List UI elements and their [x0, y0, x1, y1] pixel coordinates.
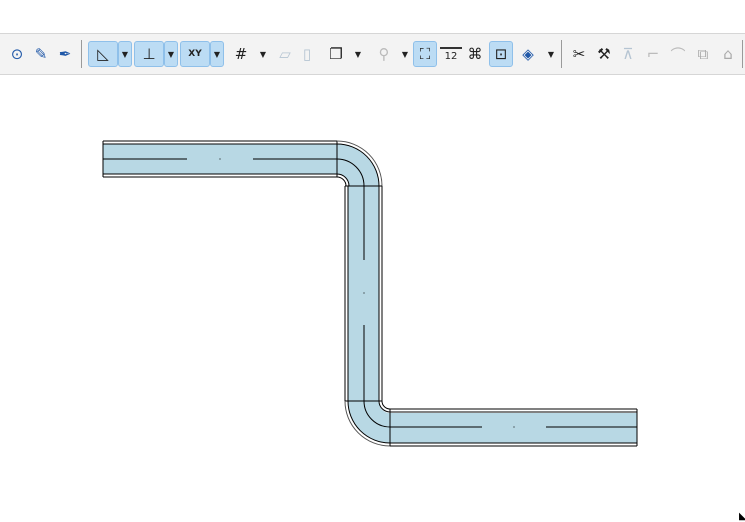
snap-guides-dropdown[interactable]: ▼ [164, 41, 178, 67]
tracker-icon[interactable]: XY [180, 41, 210, 67]
guide-lines-dropdown[interactable]: ▼ [118, 41, 132, 67]
roof-icon[interactable]: ⌂ [717, 41, 739, 67]
tracker-dropdown[interactable]: ▼ [210, 41, 224, 67]
resize-icon[interactable]: ⧉ [693, 41, 713, 67]
separator [561, 40, 562, 68]
split-icon[interactable]: ✂ [568, 41, 590, 67]
snap-guides-icon[interactable]: ⊥ [134, 41, 164, 67]
layer-display-dropdown[interactable]: ▼ [352, 41, 364, 67]
lock-dropdown[interactable]: ▼ [399, 41, 411, 67]
intersection-icon[interactable]: ⌘ [465, 41, 485, 67]
magic-wand-trace-icon[interactable]: ⛶ [413, 41, 437, 67]
curve-icon[interactable]: ⌒ [668, 41, 688, 67]
vertical-plane-icon[interactable]: ▯ [298, 41, 316, 67]
inject-parameters-icon[interactable]: ✒ [54, 41, 76, 67]
layer-display-icon[interactable]: ❐ [325, 41, 347, 67]
separator [742, 40, 743, 68]
duct-fill [103, 144, 637, 443]
grid-snap-dropdown[interactable]: ▼ [257, 41, 269, 67]
measure-icon[interactable]: 12 [440, 47, 462, 63]
lock-icon[interactable]: ⚲ [373, 41, 395, 67]
drawing-canvas[interactable] [0, 74, 745, 519]
guide-lines-icon[interactable]: ◺ [88, 41, 118, 67]
toolbar: ⊙ ✎ ✒ ◺ ▼ ⊥ ▼ XY ▼ # ▼ ▱ ▯ ❐ ▼ ⚲ ▼ ⛶ 12 … [0, 33, 745, 75]
cursor-icon: ◣ [739, 511, 745, 522]
find-select-icon[interactable]: ⊙ [6, 41, 28, 67]
separator [81, 40, 82, 68]
view-3d-icon[interactable]: ◈ [517, 41, 539, 67]
view-3d-dropdown[interactable]: ▼ [545, 41, 557, 67]
grid-snap-icon[interactable]: # [230, 41, 252, 67]
adjust-icon[interactable]: ⚒ [593, 41, 615, 67]
pick-up-parameters-icon[interactable]: ✎ [30, 41, 52, 67]
edit-selection-icon[interactable]: ⊡ [489, 41, 513, 67]
plane-icon[interactable]: ▱ [274, 41, 296, 67]
fillet-icon[interactable]: ⌐ [643, 41, 663, 67]
offset-icon[interactable]: ⊼ [618, 41, 638, 67]
